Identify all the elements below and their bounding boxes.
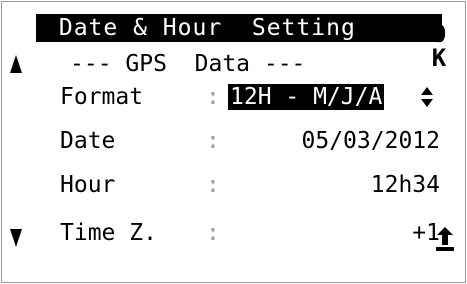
format-row[interactable]: Format : 12H - M/J/A bbox=[60, 80, 440, 114]
date-label: Date bbox=[60, 128, 116, 154]
hour-label: Hour bbox=[60, 172, 116, 198]
up-arrow-icon[interactable] bbox=[10, 55, 22, 73]
down-arrow-icon[interactable] bbox=[10, 229, 22, 247]
section-subtitle: --- GPS Data --- bbox=[70, 51, 306, 77]
timezone-separator: : bbox=[206, 220, 220, 246]
format-label: Format bbox=[60, 84, 144, 110]
timezone-label: Time Z. bbox=[60, 220, 157, 246]
screen-title: Date & Hour Setting bbox=[36, 14, 442, 42]
format-separator: : bbox=[206, 84, 220, 110]
ok-button[interactable]: O K bbox=[428, 22, 450, 70]
date-separator: : bbox=[206, 128, 220, 154]
hour-value[interactable]: 12h34 bbox=[371, 168, 440, 202]
format-value[interactable]: 12H - M/J/A bbox=[228, 84, 385, 110]
ok-label-bottom: K bbox=[431, 44, 447, 72]
up-down-spinner-icon[interactable] bbox=[420, 86, 434, 108]
lcd-screen: Date & Hour Setting O K --- GPS Data ---… bbox=[8, 8, 460, 278]
ok-label-top: O bbox=[431, 20, 447, 48]
lcd-frame: Date & Hour Setting O K --- GPS Data ---… bbox=[1, 1, 466, 283]
timezone-row[interactable]: Time Z. : +1 bbox=[60, 216, 440, 250]
date-value[interactable]: 05/03/2012 bbox=[302, 124, 440, 158]
hour-separator: : bbox=[206, 172, 220, 198]
return-icon[interactable] bbox=[436, 227, 454, 251]
date-row[interactable]: Date : 05/03/2012 bbox=[60, 124, 440, 158]
hour-row[interactable]: Hour : 12h34 bbox=[60, 168, 440, 202]
